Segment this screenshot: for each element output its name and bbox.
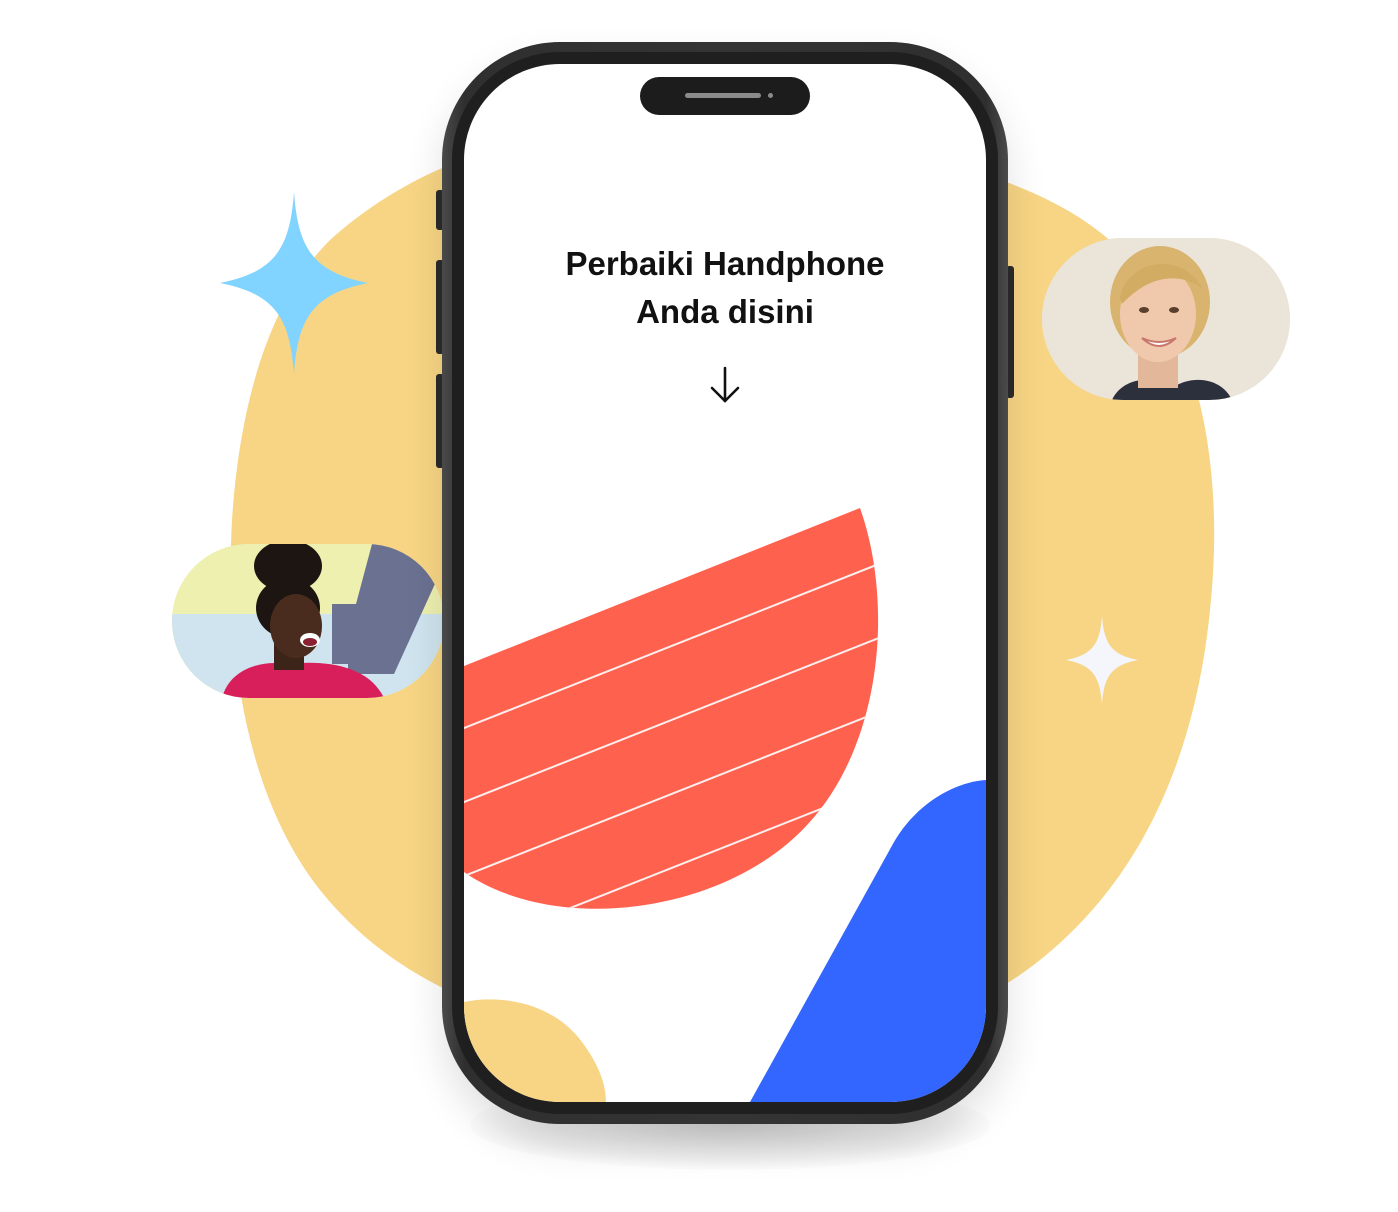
phone-notch [640, 77, 810, 115]
screen-artwork [464, 508, 986, 1102]
hero-illustration: Perbaiki Handphone Anda disini [0, 0, 1398, 1212]
headline: Perbaiki Handphone Anda disini [464, 240, 986, 336]
woman-smiling-avatar-icon [1042, 238, 1290, 400]
avatar-right [1042, 238, 1290, 400]
headline-line-2: Anda disini [636, 293, 814, 330]
avatar-left [172, 544, 444, 698]
sparkle-large-icon [220, 192, 368, 374]
speaker-grille [685, 93, 761, 98]
phone-screen: Perbaiki Handphone Anda disini [464, 64, 986, 1102]
arrow-down-icon[interactable] [708, 364, 742, 406]
yellow-shape [464, 999, 606, 1102]
headline-line-1: Perbaiki Handphone [565, 245, 885, 282]
phone-mockup: Perbaiki Handphone Anda disini [442, 42, 1008, 1124]
red-shape [464, 508, 879, 909]
sparkle-small-icon [1066, 616, 1138, 704]
camera-sensor [768, 93, 773, 98]
woman-laughing-avatar-icon [172, 544, 444, 698]
